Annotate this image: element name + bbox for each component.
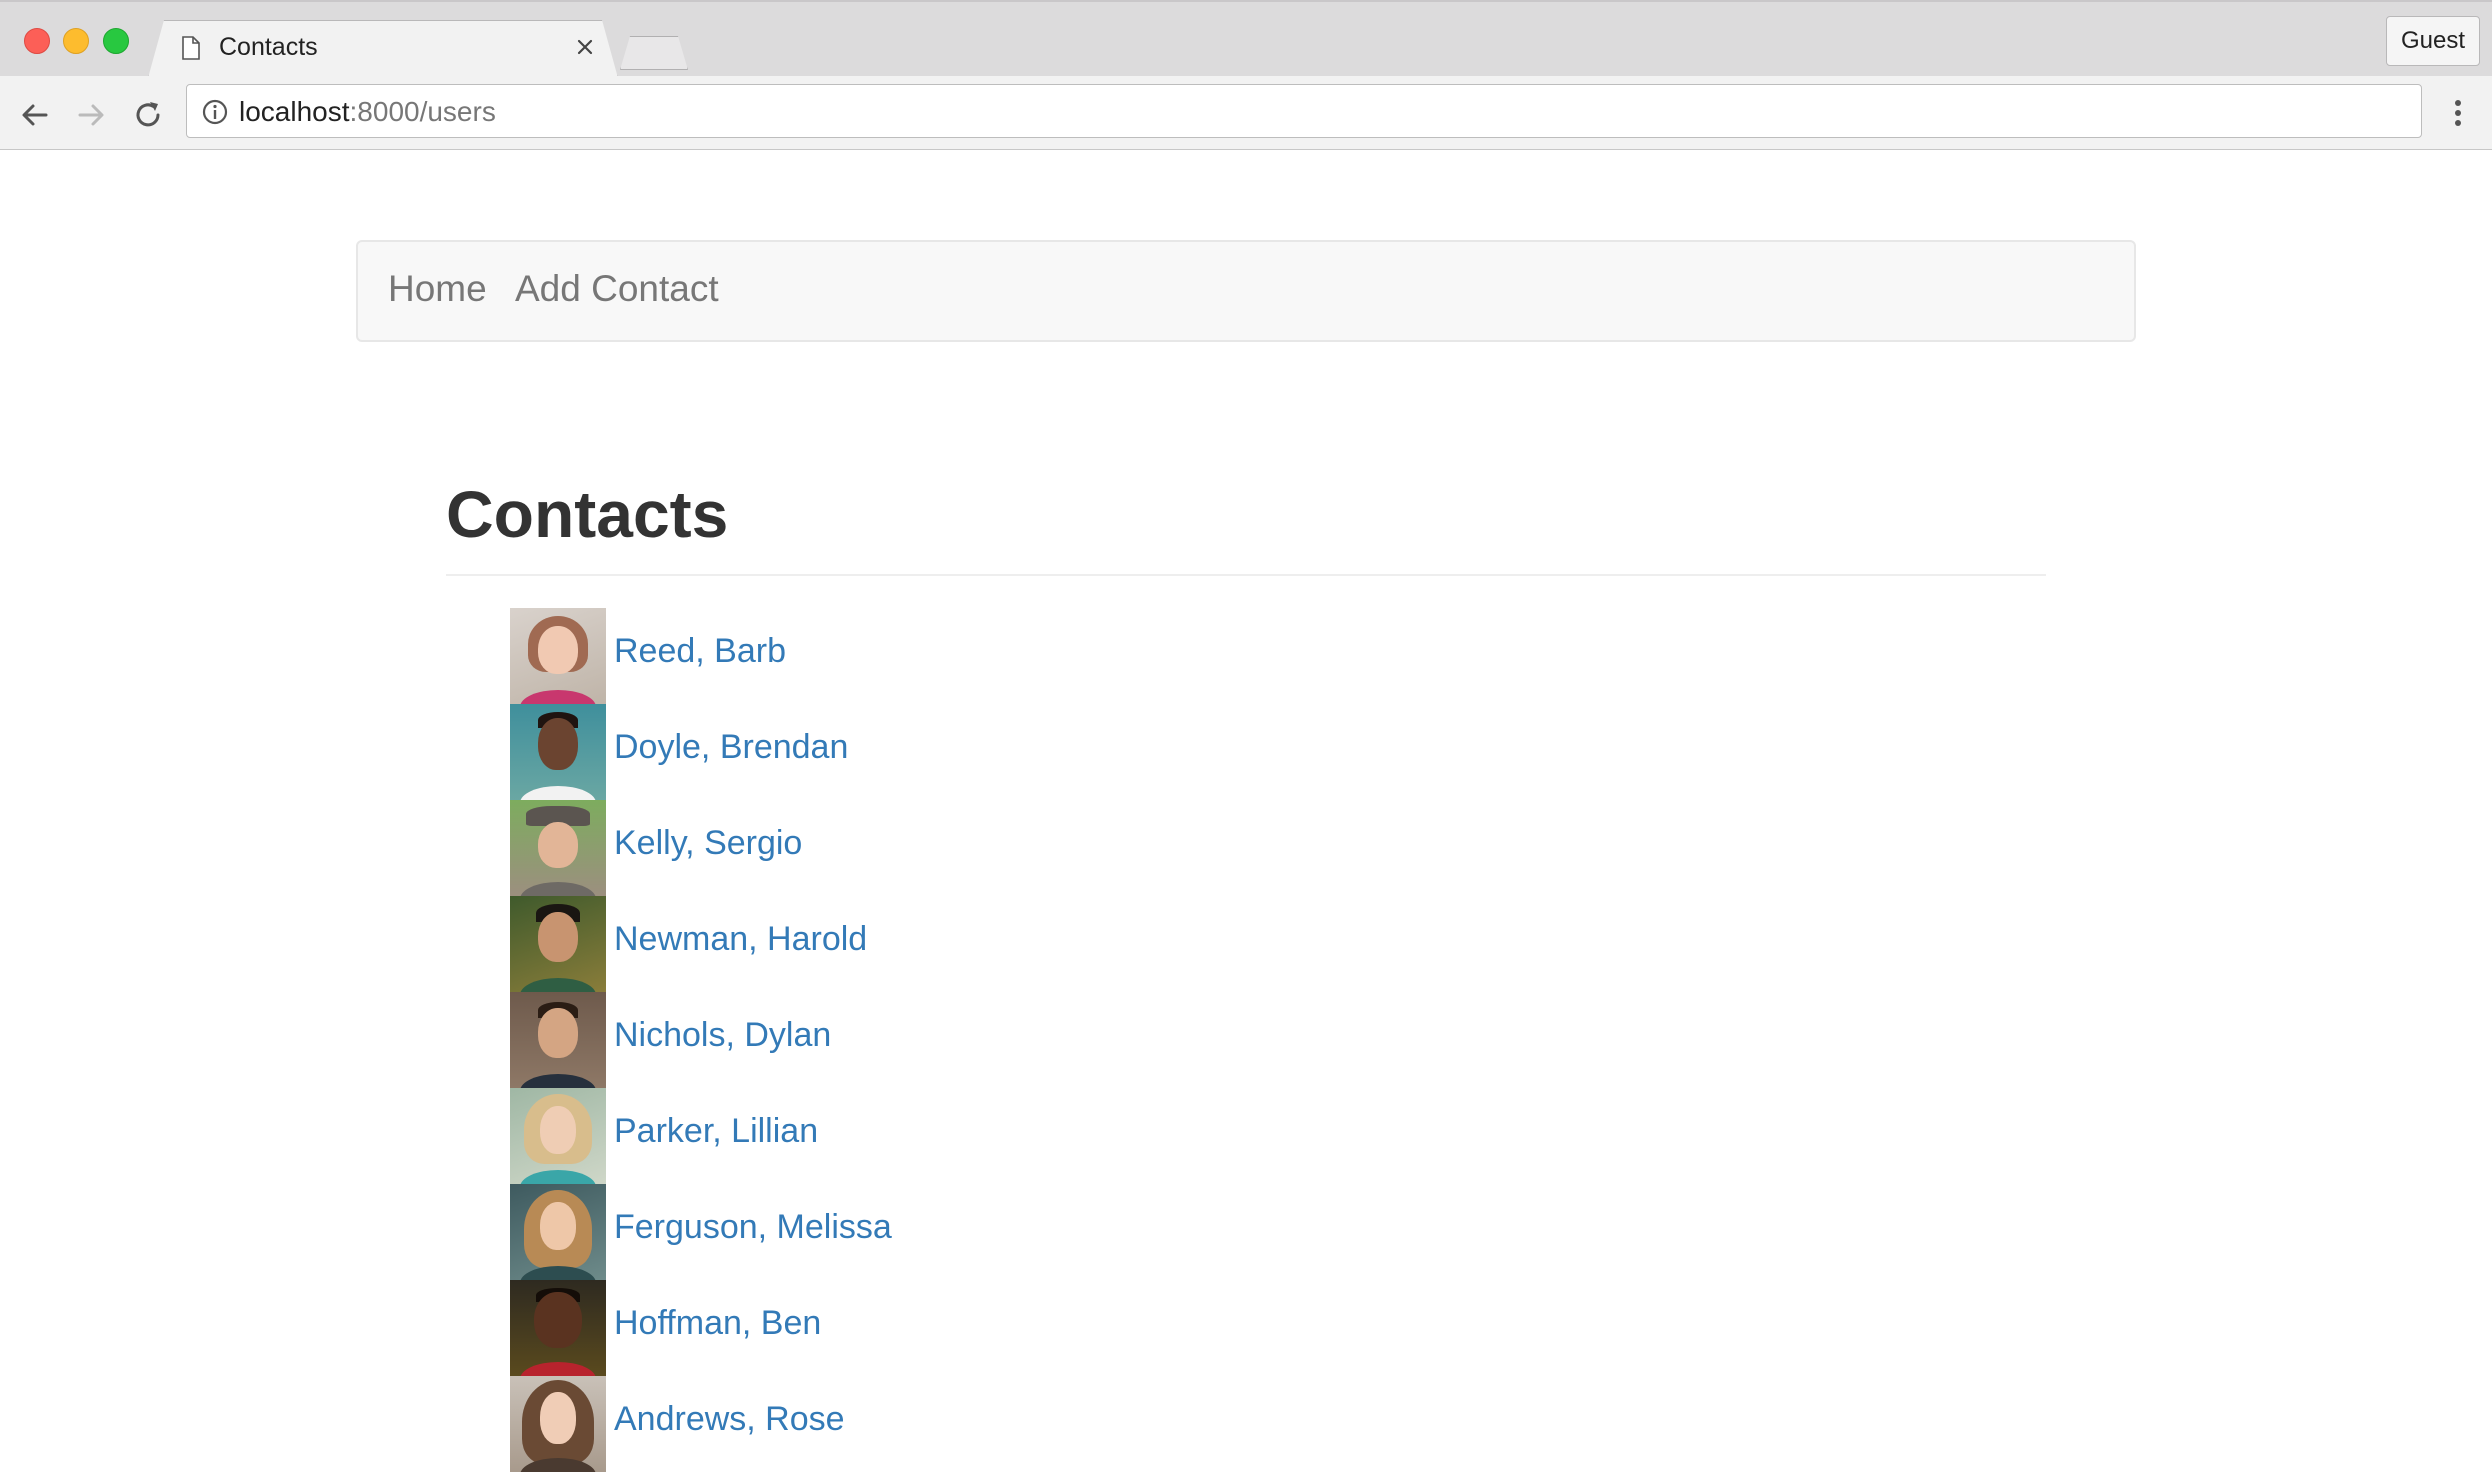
contact-name-link[interactable]: Hoffman, Ben [614,1304,821,1343]
url-host: localhost [239,96,350,127]
page-content: Home Add Contact Contacts Reed, Barb Doy… [0,150,2492,1482]
profile-guest-button[interactable]: Guest [2386,16,2480,66]
nav-home-link[interactable]: Home [388,268,487,310]
contact-name-link[interactable]: Nichols, Dylan [614,1016,831,1055]
navbar: Home Add Contact [356,240,2136,342]
window-minimize-button[interactable] [63,28,89,54]
url-path: :8000/users [349,96,496,127]
contact-name-link[interactable]: Ferguson, Melissa [614,1208,892,1247]
info-icon[interactable] [201,98,229,126]
reload-icon[interactable] [131,98,165,132]
close-icon[interactable] [574,36,596,58]
window-close-button[interactable] [24,28,50,54]
contact-name-link[interactable]: Newman, Harold [614,920,867,959]
avatar [510,992,606,1088]
contact-name-link[interactable]: Kelly, Sergio [614,824,802,863]
avatar [510,1088,606,1184]
back-arrow-icon[interactable] [18,98,52,132]
tab-title: Contacts [219,33,318,61]
page-icon [182,36,200,60]
new-tab-button[interactable] [620,36,688,70]
contact-name-link[interactable]: Parker, Lillian [614,1112,818,1151]
page-title: Contacts [446,477,729,551]
contact-name-link[interactable]: Andrews, Rose [614,1400,845,1439]
forward-arrow-icon[interactable] [74,98,108,132]
browser-window: Contacts Guest localhost:8000/users Home… [0,0,2492,1482]
avatar [510,800,606,896]
avatar [510,1376,606,1472]
tab-strip: Contacts Guest [0,0,2492,76]
address-bar[interactable]: localhost:8000/users [186,84,2422,138]
avatar [510,1184,606,1280]
heading-divider [446,574,2046,576]
browser-toolbar: localhost:8000/users [0,76,2492,150]
avatar [510,896,606,992]
window-maximize-button[interactable] [103,28,129,54]
avatar [510,608,606,704]
url-text[interactable]: localhost:8000/users [239,97,496,127]
contact-name-link[interactable]: Reed, Barb [614,632,786,671]
nav-add-contact-link[interactable]: Add Contact [515,268,719,310]
contact-name-link[interactable]: Doyle, Brendan [614,728,848,767]
avatar [510,1280,606,1376]
menu-dots-icon[interactable] [2444,96,2472,130]
avatar [510,704,606,800]
